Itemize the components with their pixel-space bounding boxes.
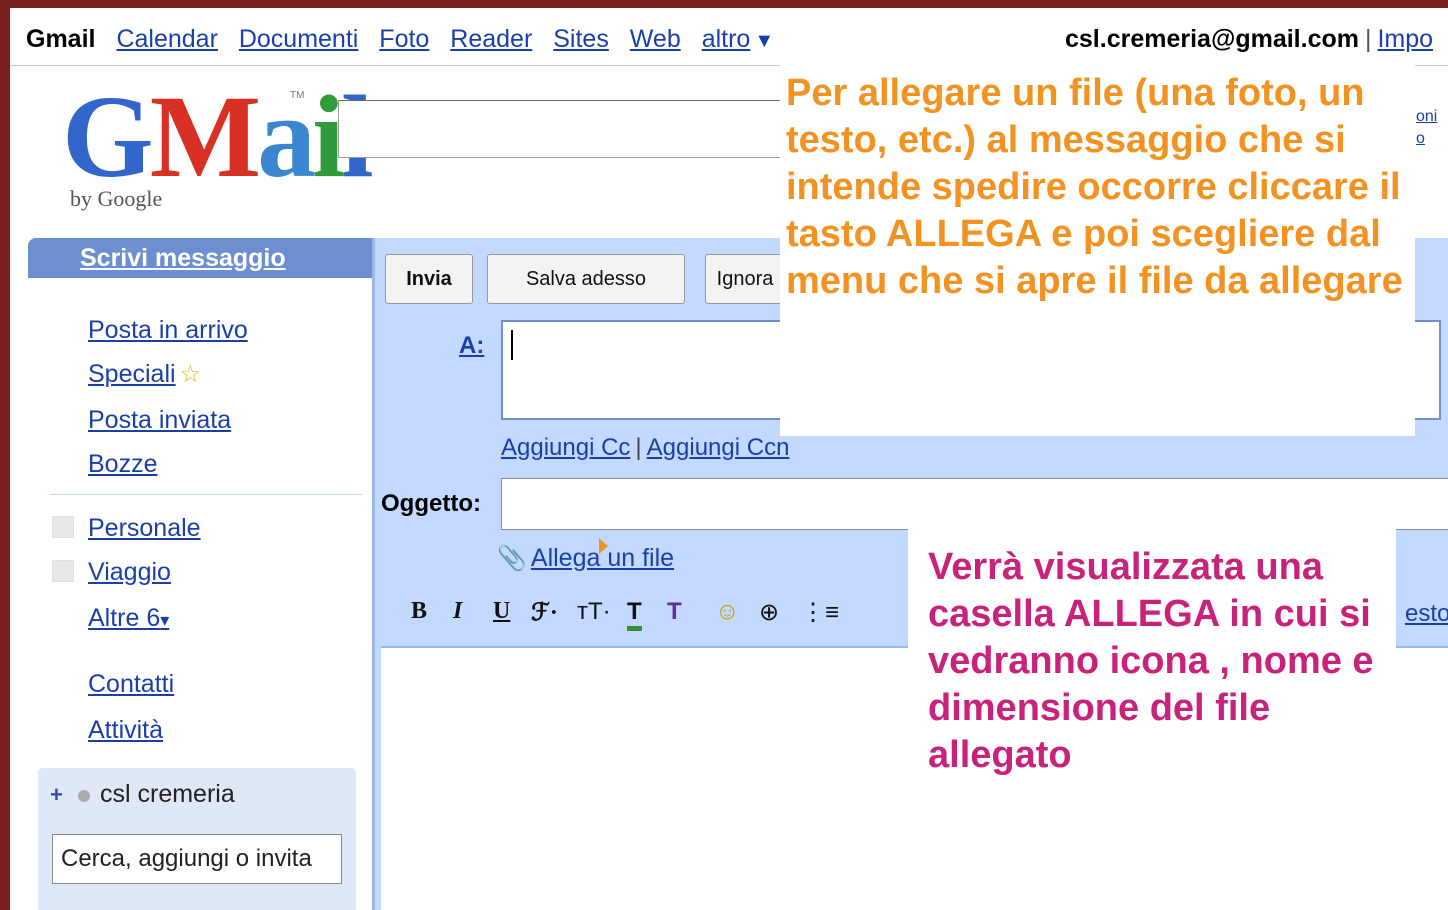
subject-label: Oggetto:	[381, 490, 481, 517]
bold-icon[interactable]: B	[411, 598, 427, 625]
logo-trademark: TM	[290, 90, 305, 101]
status-dot-icon[interactable]	[78, 790, 90, 802]
link-icon[interactable]: ⊕	[759, 598, 779, 627]
send-button[interactable]: Invia	[385, 254, 473, 304]
sidebar-item-sent[interactable]: Posta inviata	[88, 406, 231, 435]
sidebar-label-viaggio[interactable]: Viaggio	[88, 558, 171, 587]
more-labels-text: Altre 6	[88, 604, 161, 632]
paperclip-icon: 📎	[497, 545, 527, 572]
smiley-icon[interactable]: ☺	[715, 598, 740, 626]
add-bcc-link[interactable]: Aggiungi Ccn	[647, 434, 790, 461]
account-area: csl.cremeria@gmail.com | Impo	[1065, 25, 1433, 54]
settings-link[interactable]: Impo	[1377, 25, 1433, 53]
sidebar: Scrivi messaggio Posta in arrivo Special…	[28, 238, 376, 910]
sidebar-item-tasks[interactable]: Attività	[88, 716, 163, 745]
highlight-icon[interactable]: T	[667, 598, 682, 626]
nav-gmail[interactable]: Gmail	[26, 25, 95, 53]
sidebar-item-starred-label: Speciali	[88, 360, 176, 388]
dropdown-arrow-icon: ▾	[160, 610, 170, 630]
font-icon[interactable]: ℱ·	[531, 598, 558, 627]
sidebar-divider	[50, 494, 362, 495]
sidebar-item-starred[interactable]: Speciali ☆	[88, 360, 201, 389]
save-now-button[interactable]: Salva adesso	[487, 254, 685, 304]
text-size-icon[interactable]: тT·	[577, 598, 611, 626]
sidebar-more-labels[interactable]: Altre 6▾	[88, 604, 169, 633]
expand-icon[interactable]: +	[50, 782, 63, 808]
nav-web[interactable]: Web	[630, 25, 681, 53]
mail-search-input[interactable]	[338, 100, 798, 158]
star-icon: ☆	[179, 361, 202, 388]
compose-label: Scrivi messaggio	[80, 244, 286, 272]
add-cc-link[interactable]: Aggiungi Cc	[501, 434, 630, 461]
search-options-links: oni o	[1416, 106, 1437, 150]
search-options-link[interactable]: oni	[1416, 106, 1437, 128]
nav-calendar[interactable]: Calendar	[116, 25, 217, 53]
nav-more[interactable]: altro	[702, 25, 751, 53]
gmail-window: Gmail Calendar Documenti Foto Reader Sit…	[10, 8, 1448, 910]
nav-sites[interactable]: Sites	[553, 25, 609, 53]
nav-reader[interactable]: Reader	[450, 25, 532, 53]
numbered-list-icon[interactable]: ⋮≡	[801, 598, 839, 627]
filter-link[interactable]: o	[1416, 128, 1437, 150]
label-color-swatch[interactable]	[52, 516, 74, 538]
sidebar-item-drafts[interactable]: Bozze	[88, 450, 157, 479]
instruction-callout-top: Per allegare un file (una foto, un testo…	[780, 52, 1415, 436]
plain-text-link[interactable]: esto	[1405, 600, 1448, 628]
chat-username: csl cremeria	[100, 780, 235, 808]
account-separator: |	[1364, 25, 1372, 53]
attach-file-link[interactable]: 📎 Allega un file	[497, 544, 674, 573]
subject-field[interactable]	[501, 478, 1448, 530]
sidebar-item-contacts[interactable]: Contatti	[88, 670, 174, 699]
mouse-pointer-icon	[599, 538, 608, 554]
text-cursor	[511, 330, 513, 360]
text-color-icon[interactable]: T	[627, 598, 642, 631]
logo-wordmark: GMail	[62, 71, 374, 202]
underline-icon[interactable]: U	[493, 598, 510, 625]
product-nav: Gmail Calendar Documenti Foto Reader Sit…	[26, 25, 774, 54]
label-color-swatch[interactable]	[52, 560, 74, 582]
account-email: csl.cremeria@gmail.com	[1065, 25, 1359, 53]
italic-icon[interactable]: I	[453, 598, 462, 625]
cc-separator: |	[635, 434, 642, 461]
nav-documents[interactable]: Documenti	[239, 25, 359, 53]
dropdown-arrow-icon[interactable]: ▼	[754, 30, 774, 52]
cc-links: Aggiungi Cc | Aggiungi Ccn	[501, 434, 789, 462]
compose-button[interactable]: Scrivi messaggio	[28, 238, 376, 278]
discard-button[interactable]: Ignora	[705, 254, 785, 304]
gmail-logo[interactable]: GMail TM by Google	[62, 78, 374, 212]
chat-panel: + csl cremeria Cerca, aggiungi o invita	[38, 768, 356, 910]
instruction-callout-bottom: Verrà visualizzata una casella ALLEGA in…	[908, 526, 1396, 910]
to-label[interactable]: A:	[459, 332, 484, 360]
logo-by-google: by Google	[70, 186, 163, 211]
sidebar-label-personale[interactable]: Personale	[88, 514, 201, 543]
sidebar-item-inbox[interactable]: Posta in arrivo	[88, 316, 248, 345]
nav-photos[interactable]: Foto	[379, 25, 429, 53]
chat-search-input[interactable]: Cerca, aggiungi o invita	[52, 834, 342, 884]
